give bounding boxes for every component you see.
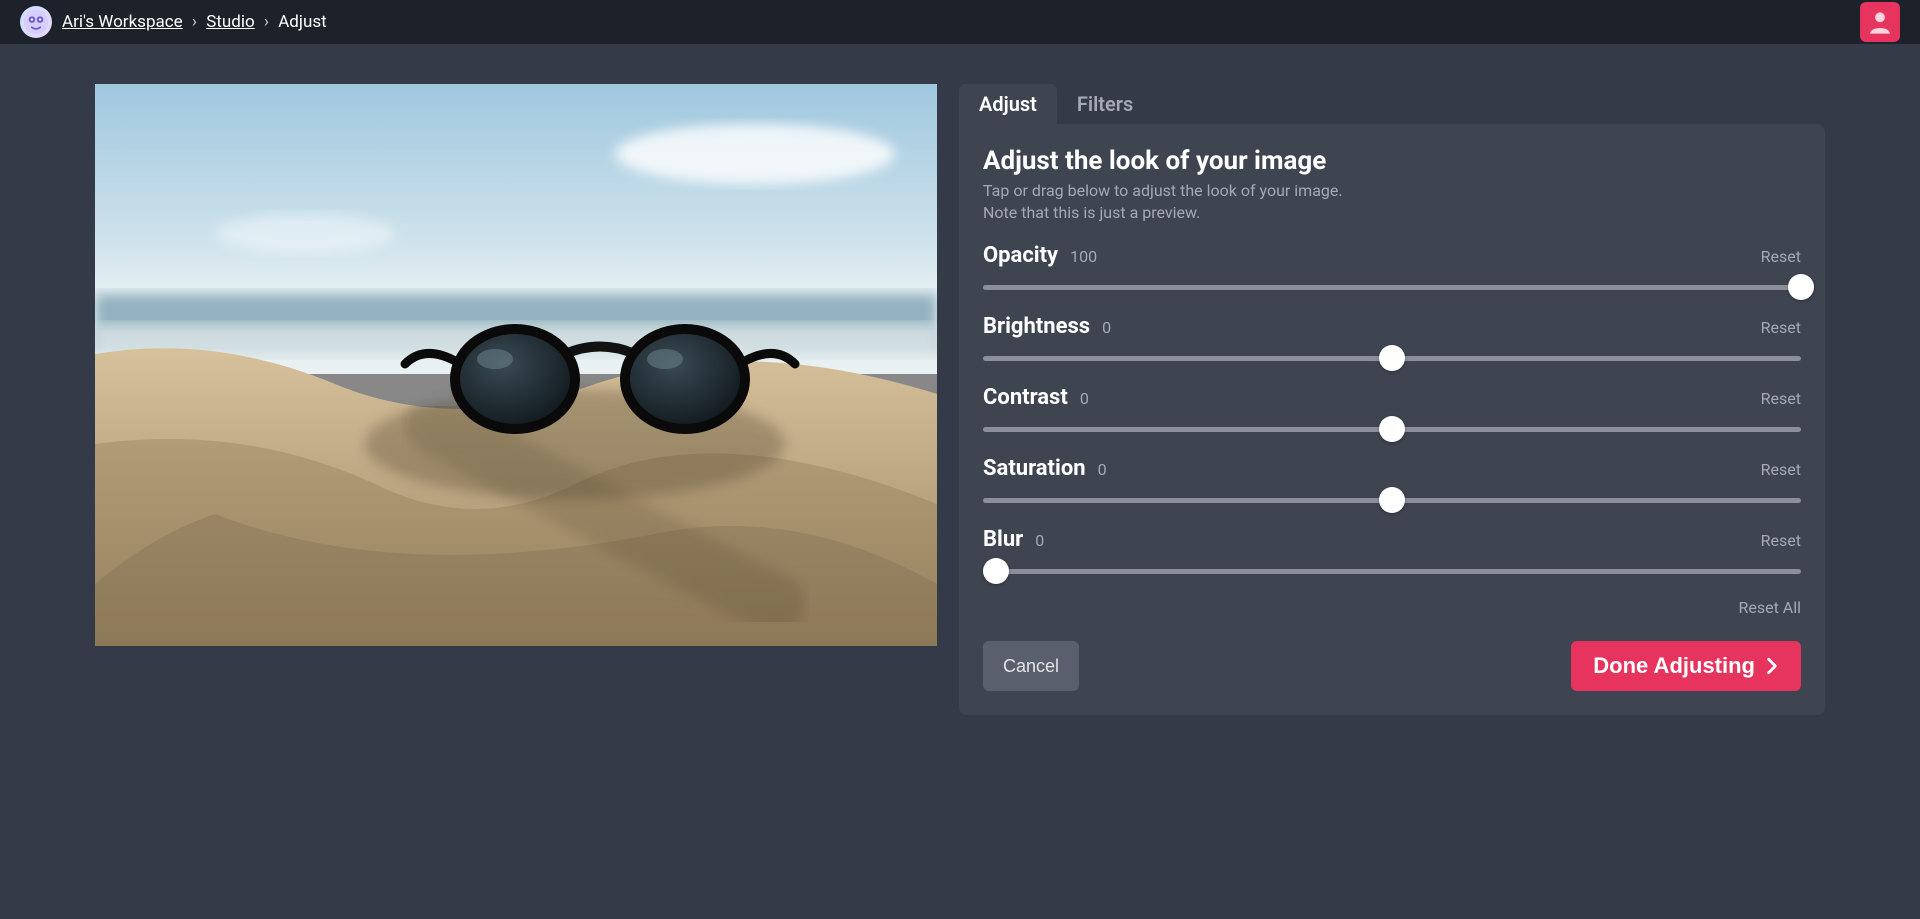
slider-thumb[interactable] bbox=[1379, 416, 1405, 442]
slider-blur[interactable] bbox=[983, 558, 1801, 584]
slider-name-blur: Blur bbox=[983, 527, 1023, 552]
chevron-right-icon bbox=[1765, 657, 1779, 675]
breadcrumb-workspace-link[interactable]: Ari's Workspace bbox=[62, 12, 183, 32]
slider-thumb[interactable] bbox=[1379, 345, 1405, 371]
done-button-label: Done Adjusting bbox=[1593, 653, 1755, 679]
slider-reset-blur[interactable]: Reset bbox=[1761, 531, 1801, 550]
breadcrumb-current: Adjust bbox=[278, 12, 326, 32]
breadcrumb-studio-link[interactable]: Studio bbox=[206, 12, 254, 32]
panel-title: Adjust the look of your image bbox=[983, 146, 1801, 176]
panel-subtitle-line1: Tap or drag below to adjust the look of … bbox=[983, 181, 1343, 200]
panel-subtitle: Tap or drag below to adjust the look of … bbox=[983, 180, 1801, 223]
slider-opacity[interactable] bbox=[983, 274, 1801, 300]
slider-thumb[interactable] bbox=[1379, 487, 1405, 513]
cancel-button[interactable]: Cancel bbox=[983, 641, 1079, 691]
tabs: Adjust Filters bbox=[959, 84, 1825, 124]
slider-row-contrast: Contrast 0 Reset bbox=[983, 385, 1801, 442]
slider-name-opacity: Opacity bbox=[983, 243, 1058, 268]
slider-row-brightness: Brightness 0 Reset bbox=[983, 314, 1801, 371]
tab-adjust[interactable]: Adjust bbox=[959, 84, 1057, 124]
slider-thumb[interactable] bbox=[1788, 274, 1814, 300]
slider-name-saturation: Saturation bbox=[983, 456, 1086, 481]
slider-track bbox=[983, 285, 1801, 290]
slider-value-contrast: 0 bbox=[1080, 389, 1089, 408]
reset-all-link[interactable]: Reset All bbox=[983, 598, 1801, 617]
breadcrumb-separator: › bbox=[192, 12, 197, 32]
app-header: Ari's Workspace › Studio › Adjust bbox=[0, 0, 1920, 44]
slider-reset-brightness[interactable]: Reset bbox=[1761, 318, 1801, 337]
done-adjusting-button[interactable]: Done Adjusting bbox=[1571, 641, 1801, 691]
slider-value-opacity: 100 bbox=[1070, 247, 1097, 266]
breadcrumb-separator: › bbox=[264, 12, 269, 32]
tab-filters[interactable]: Filters bbox=[1057, 84, 1153, 124]
image-column bbox=[95, 84, 937, 646]
slider-value-saturation: 0 bbox=[1098, 460, 1107, 479]
slider-name-contrast: Contrast bbox=[983, 385, 1068, 410]
controls-column: Adjust Filters Adjust the look of your i… bbox=[959, 84, 1825, 715]
slider-row-saturation: Saturation 0 Reset bbox=[983, 456, 1801, 513]
breadcrumb: Ari's Workspace › Studio › Adjust bbox=[62, 12, 327, 32]
workspace-icon[interactable] bbox=[20, 6, 52, 38]
slider-row-opacity: Opacity 100 Reset bbox=[983, 243, 1801, 300]
main-content: Adjust Filters Adjust the look of your i… bbox=[0, 44, 1920, 715]
user-avatar[interactable] bbox=[1860, 2, 1900, 42]
slider-value-brightness: 0 bbox=[1102, 318, 1111, 337]
slider-row-blur: Blur 0 Reset bbox=[983, 527, 1801, 584]
slider-reset-contrast[interactable]: Reset bbox=[1761, 389, 1801, 408]
slider-reset-opacity[interactable]: Reset bbox=[1761, 247, 1801, 266]
slider-saturation[interactable] bbox=[983, 487, 1801, 513]
slider-contrast[interactable] bbox=[983, 416, 1801, 442]
panel-subtitle-line2: Note that this is just a preview. bbox=[983, 203, 1200, 222]
adjust-panel: Adjust the look of your image Tap or dra… bbox=[959, 124, 1825, 715]
slider-reset-saturation[interactable]: Reset bbox=[1761, 460, 1801, 479]
actions-row: Cancel Done Adjusting bbox=[983, 641, 1801, 691]
user-icon bbox=[1866, 8, 1894, 36]
slider-brightness[interactable] bbox=[983, 345, 1801, 371]
slider-track bbox=[983, 569, 1801, 574]
slider-value-blur: 0 bbox=[1035, 531, 1044, 550]
slider-thumb[interactable] bbox=[983, 558, 1009, 584]
slider-name-brightness: Brightness bbox=[983, 314, 1090, 339]
image-preview[interactable] bbox=[95, 84, 937, 646]
